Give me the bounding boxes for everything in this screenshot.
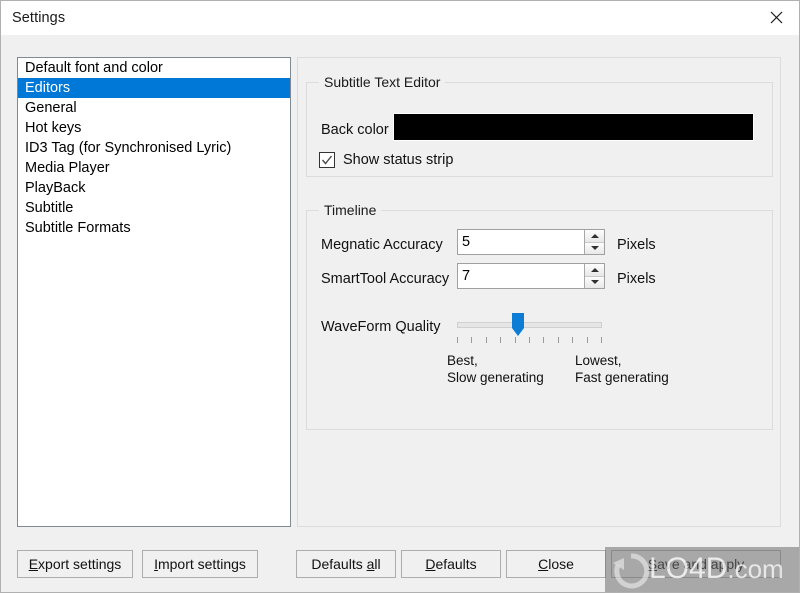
smarttool-accuracy-unit: Pixels: [617, 271, 656, 287]
list-item-label: Subtitle: [25, 200, 74, 216]
slider-tick: [601, 337, 602, 343]
slider-right-caption-line1: Lowest,: [575, 353, 622, 368]
list-item[interactable]: PlayBack: [18, 178, 290, 198]
list-item[interactable]: Subtitle Formats: [18, 218, 290, 238]
stepper-up-button[interactable]: [585, 230, 604, 243]
import-settings-label: Import settings: [154, 556, 246, 572]
magnetic-accuracy-input[interactable]: 5: [458, 230, 584, 254]
import-settings-button[interactable]: Import settings: [142, 550, 258, 578]
waveform-quality-label: WaveForm Quality: [321, 319, 441, 335]
slider-tick: [529, 337, 530, 343]
stepper-down-button[interactable]: [585, 242, 604, 254]
list-item[interactable]: ID3 Tag (for Synchronised Lyric): [18, 138, 290, 158]
list-item-label: Hot keys: [25, 120, 82, 136]
group-title: Subtitle Text Editor: [319, 74, 446, 90]
list-item-label: PlayBack: [25, 180, 86, 196]
save-and-apply-label: Save and apply: [647, 556, 745, 572]
slider-tick: [457, 337, 458, 343]
slider-tick: [471, 337, 472, 343]
list-item[interactable]: Editors: [18, 78, 290, 98]
checkbox-label: Show status strip: [343, 152, 454, 168]
list-item-label: General: [25, 100, 77, 116]
title-bar: Settings: [1, 1, 799, 35]
slider-right-caption: Lowest, Fast generating: [575, 352, 669, 386]
list-item-label: Editors: [25, 80, 71, 96]
list-item-label: Media Player: [25, 160, 110, 176]
slider-tick: [515, 337, 516, 343]
slider-tick: [558, 337, 559, 343]
slider-left-caption-line1: Best,: [447, 353, 478, 368]
client-area: Default font and color Editors General H…: [1, 35, 799, 592]
defaults-all-button[interactable]: Defaults all: [296, 550, 396, 578]
close-dialog-label: Close: [538, 556, 574, 572]
slider-left-caption-line2: Slow generating: [447, 370, 544, 385]
slider-tick: [543, 337, 544, 343]
subtitle-text-editor-group: Subtitle Text Editor Back color Show sta…: [306, 74, 773, 177]
close-dialog-button[interactable]: Close: [506, 550, 606, 578]
triangle-up-icon: [590, 267, 599, 272]
slider-tick: [486, 337, 487, 343]
export-settings-label: Export settings: [28, 556, 122, 572]
list-item-label: ID3 Tag (for Synchronised Lyric): [25, 140, 232, 156]
smarttool-accuracy-label: SmartTool Accuracy: [321, 271, 450, 287]
stepper-buttons: [584, 230, 604, 254]
list-item-label: Subtitle Formats: [25, 220, 131, 236]
group-title: Timeline: [319, 202, 382, 218]
magnetic-accuracy-label: Megnatic Accuracy: [321, 237, 443, 253]
list-item[interactable]: Media Player: [18, 158, 290, 178]
timeline-group: Timeline Megnatic Accuracy 5 Pixels Smar…: [306, 202, 773, 430]
settings-panel: Subtitle Text Editor Back color Show sta…: [297, 57, 781, 527]
triangle-down-icon: [590, 246, 599, 251]
stepper-down-button[interactable]: [585, 276, 604, 288]
window-title: Settings: [12, 10, 66, 26]
magnetic-accuracy-stepper[interactable]: 5: [457, 229, 605, 255]
defaults-label: Defaults: [425, 556, 477, 572]
show-status-strip-checkbox[interactable]: Show status strip: [319, 152, 453, 168]
defaults-button[interactable]: Defaults: [401, 550, 501, 578]
category-listbox[interactable]: Default font and color Editors General H…: [17, 57, 291, 527]
list-item[interactable]: Default font and color: [18, 58, 290, 78]
magnetic-accuracy-unit: Pixels: [617, 237, 656, 253]
back-color-swatch[interactable]: [393, 113, 754, 141]
slider-thumb[interactable]: [512, 313, 524, 337]
list-item[interactable]: Subtitle: [18, 198, 290, 218]
list-item[interactable]: General: [18, 98, 290, 118]
slider-tick: [587, 337, 588, 343]
slider-left-caption: Best, Slow generating: [447, 352, 544, 386]
save-and-apply-button[interactable]: Save and apply: [611, 550, 781, 578]
smarttool-accuracy-input[interactable]: 7: [458, 264, 584, 288]
list-item[interactable]: Hot keys: [18, 118, 290, 138]
stepper-up-button[interactable]: [585, 264, 604, 277]
settings-window: Settings Default font and color Editors …: [0, 0, 800, 593]
triangle-down-icon: [590, 280, 599, 285]
smarttool-accuracy-stepper[interactable]: 7: [457, 263, 605, 289]
slider-right-caption-line2: Fast generating: [575, 370, 669, 385]
slider-tick: [572, 337, 573, 343]
slider-track: [457, 322, 602, 328]
export-settings-button[interactable]: Export settings: [17, 550, 133, 578]
close-icon: [770, 11, 783, 24]
list-item-label: Default font and color: [25, 60, 163, 76]
slider-ticks: [457, 337, 602, 344]
triangle-up-icon: [590, 233, 599, 238]
defaults-all-label: Defaults all: [311, 556, 381, 572]
close-button[interactable]: [753, 1, 799, 34]
back-color-label: Back color: [321, 122, 389, 138]
slider-tick: [500, 337, 501, 343]
checkbox-box: [319, 152, 335, 168]
stepper-buttons: [584, 264, 604, 288]
waveform-quality-slider[interactable]: [457, 311, 602, 351]
check-icon: [321, 155, 333, 165]
